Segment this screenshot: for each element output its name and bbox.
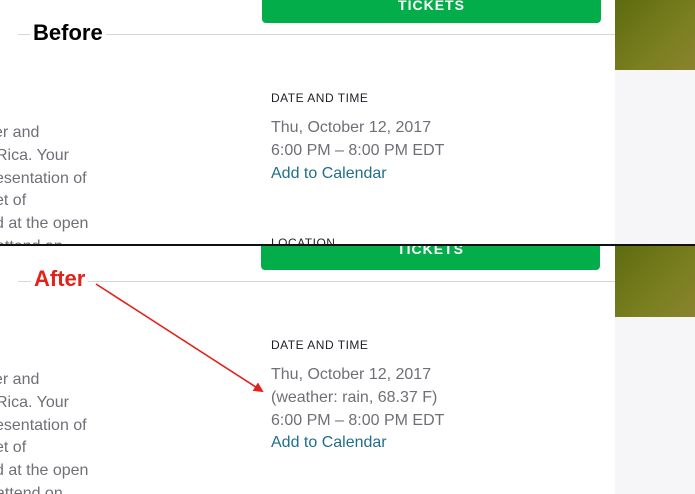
before-screenshot: TICKETS Before er and Rica. Your esentat… <box>0 0 695 245</box>
after-label: After <box>31 266 89 292</box>
add-to-calendar-link[interactable]: Add to Calendar <box>271 432 444 455</box>
event-time: 6:00 PM – 8:00 PM EDT <box>271 141 445 159</box>
description-line: d at the open <box>0 462 89 480</box>
after-screenshot: TICKETS After er and Rica. Your esentati… <box>0 245 695 494</box>
before-label: Before <box>30 20 106 46</box>
panel-divider <box>0 244 695 246</box>
description-line: Rica. Your <box>0 146 69 164</box>
description-line: attend on <box>0 484 63 494</box>
date-time-heading: DATE AND TIME <box>271 338 369 352</box>
event-date: Thu, October 12, 2017 <box>271 119 432 136</box>
description-line: esentation of <box>0 169 87 187</box>
horizontal-rule <box>18 281 615 282</box>
date-time-block: Thu, October 12, 2017 (weather: rain, 68… <box>271 364 444 455</box>
add-to-calendar-link[interactable]: Add to Calendar <box>271 163 444 186</box>
description-line: esentation of <box>0 416 87 434</box>
description-line: er and <box>0 124 40 141</box>
event-thumbnail <box>615 0 695 70</box>
event-time: 6:00 PM – 8:00 PM EDT <box>271 411 445 429</box>
description-line: Rica. Your <box>0 393 69 411</box>
horizontal-rule <box>18 34 615 35</box>
tickets-button[interactable]: TICKETS <box>261 245 600 270</box>
date-time-block: Thu, October 12, 2017 6:00 PM – 8:00 PM … <box>271 117 444 185</box>
date-time-heading: DATE AND TIME <box>271 91 369 105</box>
tickets-button[interactable]: TICKETS <box>262 0 601 23</box>
event-description: er and Rica. Your esentation of et of d … <box>0 122 120 245</box>
event-description: er and Rica. Your esentation of et of d … <box>0 369 120 494</box>
event-date: Thu, October 12, 2017 <box>271 366 432 383</box>
description-line: et of <box>0 439 27 457</box>
description-line: d at the open <box>0 215 89 233</box>
weather-info: (weather: rain, 68.37 F) <box>271 388 438 406</box>
event-thumbnail <box>615 245 695 317</box>
description-line: er and <box>0 371 40 388</box>
description-line: et of <box>0 192 27 210</box>
